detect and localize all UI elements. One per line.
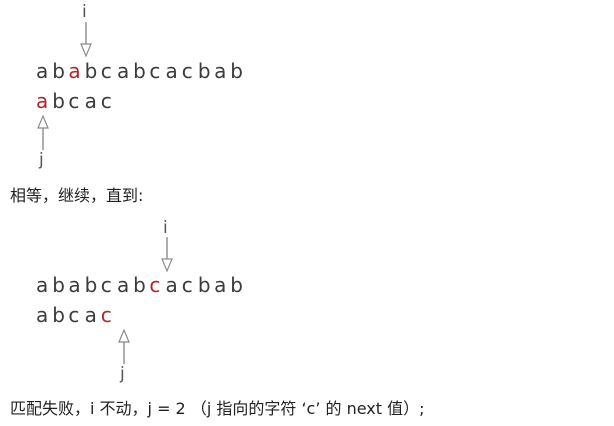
- char-cell: a: [68, 59, 81, 83]
- char-cell: c: [100, 59, 112, 83]
- text-string-1: ababcabcacbab: [36, 59, 246, 83]
- pattern-string-1: abcac: [36, 89, 117, 113]
- char-cell: b: [133, 59, 146, 83]
- char-cell: a: [116, 59, 130, 83]
- char-cell: b: [197, 59, 211, 83]
- char-cell: b: [84, 59, 98, 83]
- char-cell: b: [197, 273, 211, 297]
- char-cell: b: [52, 59, 65, 83]
- char-cell: b: [84, 273, 98, 297]
- pointer-j-label-2: j: [120, 364, 125, 384]
- char-cell: a: [68, 273, 81, 297]
- down-arrow-icon: [80, 22, 92, 58]
- char-cell: b: [230, 59, 243, 83]
- caption-equal-continue: 相等，继续，直到:: [10, 186, 144, 205]
- char-cell: c: [100, 89, 112, 113]
- char-cell: a: [84, 89, 97, 113]
- char-cell: a: [214, 59, 227, 83]
- pointer-j-label-1: j: [39, 150, 44, 170]
- caption-mismatch: 匹配失败，i 不动，j = 2 （j 指向的字符 ‘c’ 的 next 值）;: [10, 399, 425, 418]
- pattern-string-2: abcac: [36, 303, 117, 327]
- char-cell: a: [165, 273, 178, 297]
- char-cell: c: [100, 273, 112, 297]
- pointer-i-label-1: i: [82, 2, 87, 22]
- char-cell: c: [149, 273, 161, 297]
- char-cell: a: [84, 303, 97, 327]
- up-arrow-icon: [37, 114, 49, 150]
- down-arrow-icon: [161, 237, 173, 273]
- char-cell: a: [36, 89, 49, 113]
- char-cell: c: [68, 89, 80, 113]
- char-cell: a: [116, 273, 130, 297]
- pointer-i-label-2: i: [163, 218, 168, 238]
- char-cell: a: [36, 273, 49, 297]
- up-arrow-icon: [118, 328, 130, 364]
- char-cell: c: [100, 303, 112, 327]
- char-cell: b: [52, 303, 65, 327]
- char-cell: b: [133, 273, 146, 297]
- char-cell: c: [181, 59, 193, 83]
- char-cell: b: [52, 89, 65, 113]
- char-cell: a: [165, 59, 178, 83]
- text-string-2: ababcabcacbab: [36, 273, 246, 297]
- char-cell: c: [149, 59, 161, 83]
- char-cell: b: [230, 273, 243, 297]
- char-cell: b: [52, 273, 65, 297]
- char-cell: c: [68, 303, 80, 327]
- char-cell: a: [36, 303, 49, 327]
- char-cell: c: [181, 273, 193, 297]
- char-cell: a: [214, 273, 227, 297]
- char-cell: a: [36, 59, 49, 83]
